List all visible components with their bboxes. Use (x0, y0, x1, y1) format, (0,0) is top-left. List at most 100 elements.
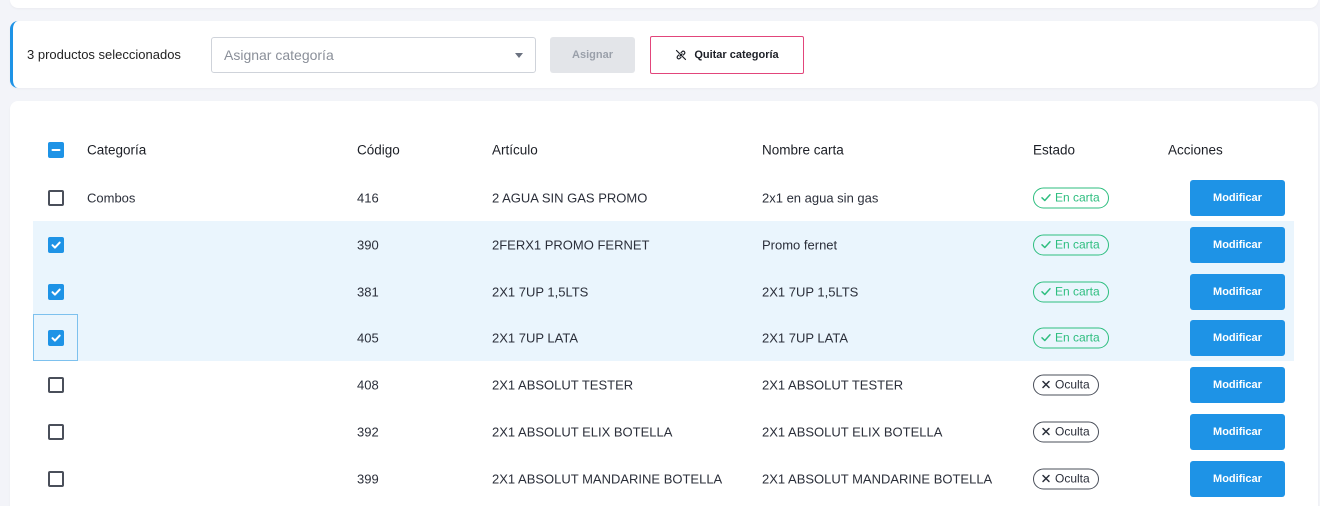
bulk-actions-bar: 3 productos seleccionados Asignar catego… (10, 21, 1318, 88)
row-checkbox[interactable] (47, 376, 64, 393)
x-icon (1042, 427, 1050, 436)
cell-code: 399 (357, 471, 379, 486)
check-icon (1041, 194, 1051, 202)
row-checkbox-cell[interactable] (33, 174, 78, 221)
cell-status: En carta (1033, 327, 1109, 348)
cell-status: Oculta (1033, 421, 1099, 442)
row-checkbox-cell[interactable] (33, 408, 78, 455)
cell-status: En carta (1033, 281, 1109, 302)
row-checkbox-cell[interactable] (33, 314, 78, 361)
cell-code: 392 (357, 424, 379, 439)
status-badge: En carta (1033, 187, 1109, 208)
row-checkbox-cell[interactable] (33, 268, 78, 315)
status-badge: Oculta (1033, 468, 1099, 489)
category-select-placeholder: Asignar categoría (224, 47, 334, 63)
status-badge-label: Oculta (1055, 424, 1090, 439)
modify-button[interactable]: Modificar (1190, 226, 1285, 263)
status-badge: En carta (1033, 327, 1109, 348)
table-row: 381 2X1 7UP 1,5LTS 2X1 7UP 1,5LTS En carta M… (33, 268, 1294, 315)
status-badge: Oculta (1033, 374, 1099, 395)
select-all-checkbox[interactable] (47, 141, 64, 158)
remove-category-label: Quitar categoría (694, 49, 779, 61)
row-checkbox-cell[interactable] (33, 361, 78, 408)
header-actions: Acciones (1168, 142, 1223, 157)
category-select[interactable]: Asignar categoría (211, 37, 536, 73)
status-badge-label: En carta (1055, 237, 1100, 252)
cell-menu-name: Promo fernet (762, 237, 838, 252)
assign-button[interactable]: Asignar (550, 37, 635, 73)
cell-code: 381 (357, 284, 379, 299)
modify-button[interactable]: Modificar (1190, 460, 1285, 497)
status-badge-label: Oculta (1055, 471, 1090, 486)
row-checkbox[interactable] (47, 470, 64, 487)
table-row: 390 2FERX1 PROMO FERNET Promo fernet En car… (33, 221, 1294, 268)
cell-menu-name: 2x1 en agua sin gas (762, 190, 879, 205)
header-menu-name[interactable]: Nombre carta (762, 142, 844, 157)
modify-button[interactable]: Modificar (1190, 273, 1285, 310)
cell-status: Oculta (1033, 374, 1099, 395)
x-icon (1042, 474, 1050, 483)
cell-menu-name: 2X1 7UP LATA (762, 330, 848, 345)
row-checkbox[interactable] (47, 189, 64, 206)
modify-button[interactable]: Modificar (1190, 319, 1285, 356)
row-checkbox-cell[interactable] (33, 455, 78, 502)
cell-article: 2X1 7UP 1,5LTS (492, 284, 589, 299)
cell-article: 2 AGUA SIN GAS PROMO (492, 190, 648, 205)
status-badge: En carta (1033, 234, 1109, 255)
status-badge-label: Oculta (1055, 377, 1090, 392)
cell-menu-name: 2X1 ABSOLUT ELIX BOTELLA (762, 424, 943, 439)
table-row: 399 2X1 ABSOLUT MANDARINE BOTELLA 2X1 ABSO… (33, 455, 1294, 502)
link-off-icon (676, 49, 687, 61)
header-article[interactable]: Artículo (492, 142, 538, 157)
cell-status: En carta (1033, 234, 1109, 255)
cell-article: 2FERX1 PROMO FERNET (492, 237, 650, 252)
cell-status: En carta (1033, 187, 1109, 208)
check-icon (51, 334, 61, 342)
cell-status: Oculta (1033, 468, 1099, 489)
row-checkbox-cell[interactable] (33, 221, 78, 268)
cell-category: Combos (87, 190, 136, 205)
status-badge-label: En carta (1055, 190, 1100, 205)
status-badge-label: En carta (1055, 330, 1100, 345)
row-checkbox[interactable] (47, 283, 64, 300)
remove-category-button[interactable]: Quitar categoría (650, 36, 804, 74)
cell-code: 408 (357, 377, 379, 392)
check-icon (51, 288, 61, 296)
status-badge-label: En carta (1055, 284, 1100, 299)
cell-code: 390 (357, 237, 379, 252)
table-row: 405 2X1 7UP LATA 2X1 7UP LATA En carta Modif… (33, 314, 1294, 361)
selected-count: 3 productos seleccionados (27, 47, 181, 62)
modify-button[interactable]: Modificar (1190, 366, 1285, 403)
cell-article: 2X1 ABSOLUT TESTER (492, 377, 634, 392)
status-badge: En carta (1033, 281, 1109, 302)
header-category[interactable]: Categoría (87, 142, 146, 157)
table-row: 408 2X1 ABSOLUT TESTER 2X1 ABSOLUT TESTER O… (33, 361, 1294, 408)
check-icon (1041, 288, 1051, 296)
select-all-checkbox-cell[interactable] (33, 126, 78, 173)
top-panel-edge (10, 0, 1318, 8)
cell-article: 2X1 7UP LATA (492, 330, 578, 345)
cell-article: 2X1 ABSOLUT ELIX BOTELLA (492, 424, 673, 439)
check-icon (1041, 334, 1051, 342)
minus-icon (51, 148, 60, 151)
table-row: 392 2X1 ABSOLUT ELIX BOTELLA 2X1 ABSOLUT E… (33, 408, 1294, 455)
table-header: Categoría Código Artículo Nombre carta E… (33, 126, 1294, 173)
table-row: Combos 416 2 AGUA SIN GAS PROMO 2x1 en agua… (33, 174, 1294, 221)
modify-button[interactable]: Modificar (1190, 413, 1285, 450)
cell-code: 416 (357, 190, 379, 205)
check-icon (51, 241, 61, 249)
check-icon (1041, 241, 1051, 249)
row-checkbox[interactable] (47, 329, 64, 346)
header-status[interactable]: Estado (1033, 142, 1075, 157)
x-icon (1042, 380, 1050, 389)
cell-menu-name: 2X1 7UP 1,5LTS (762, 284, 859, 299)
cell-menu-name: 2X1 ABSOLUT TESTER (762, 377, 904, 392)
cell-code: 405 (357, 330, 379, 345)
chevron-down-icon (515, 52, 523, 58)
row-checkbox[interactable] (47, 236, 64, 253)
modify-button[interactable]: Modificar (1190, 179, 1285, 216)
cell-article: 2X1 ABSOLUT MANDARINE BOTELLA (492, 471, 723, 486)
header-code[interactable]: Código (357, 142, 400, 157)
cell-menu-name: 2X1 ABSOLUT MANDARINE BOTELLA (762, 471, 993, 486)
row-checkbox[interactable] (47, 423, 64, 440)
